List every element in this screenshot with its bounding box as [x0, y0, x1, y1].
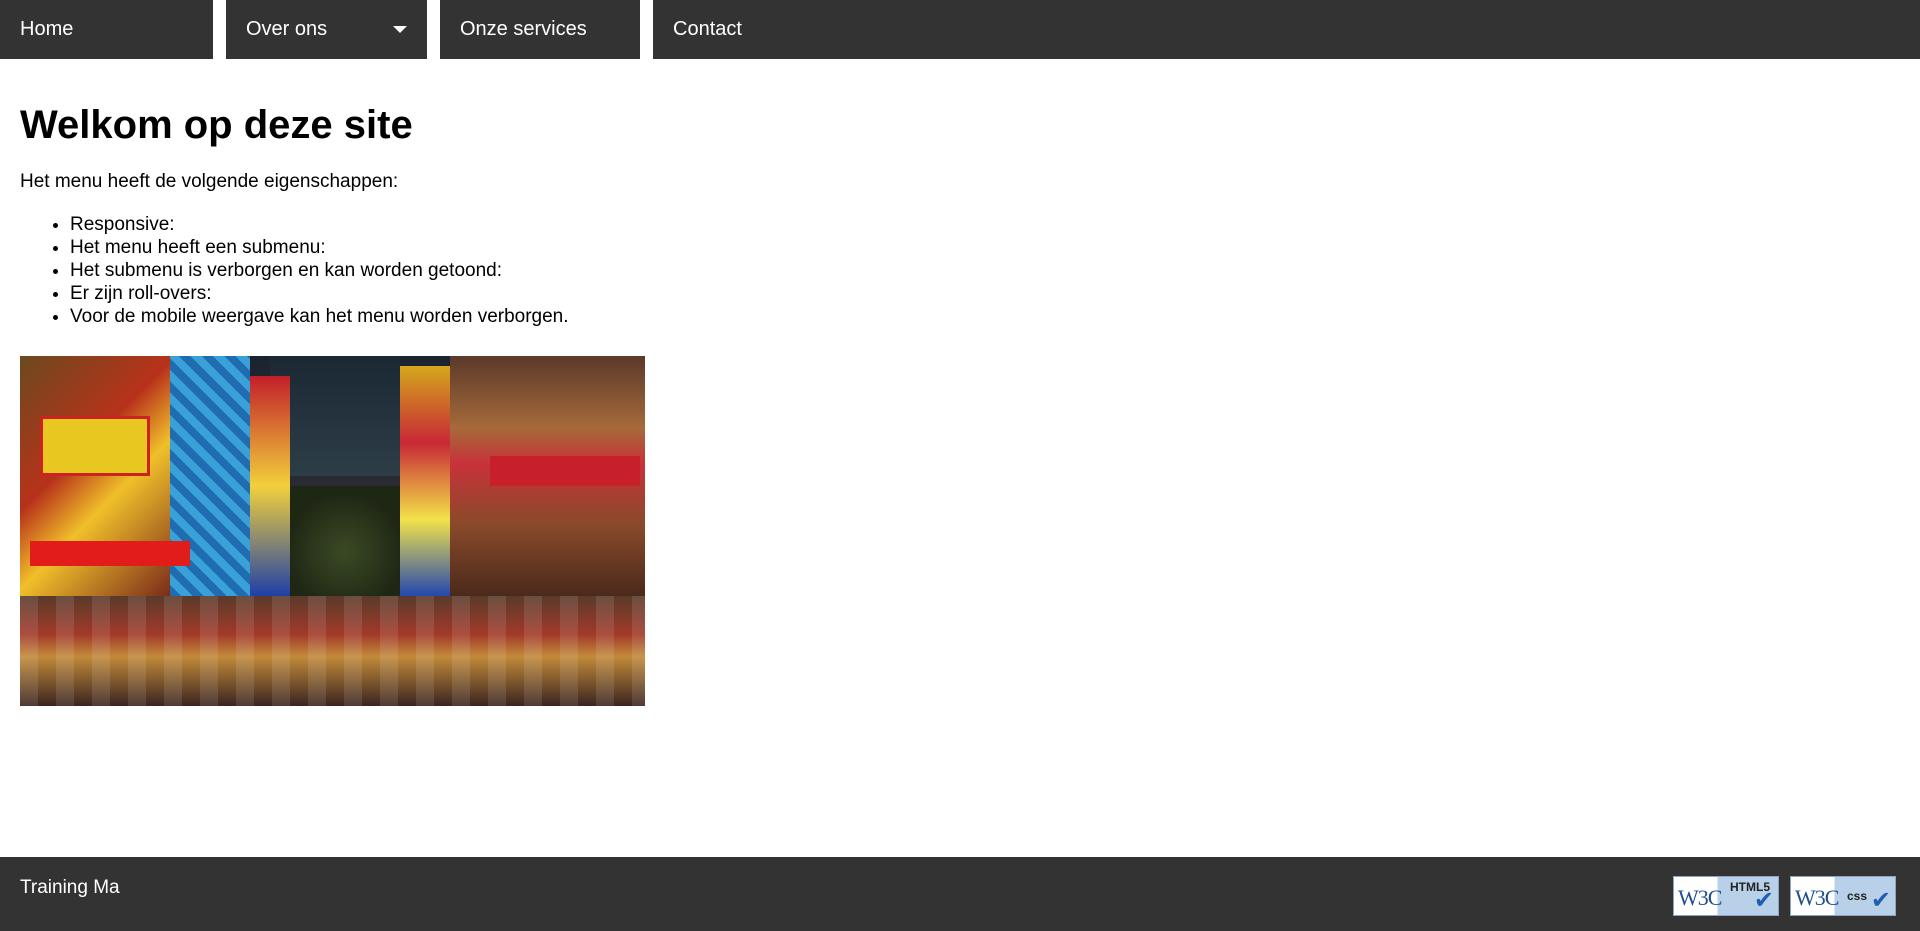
check-icon: ✔: [1753, 887, 1774, 914]
page: Home Over ons Onze services Contact Welk…: [0, 0, 1920, 931]
check-icon: ✔: [1870, 887, 1891, 914]
footer-text: Training Ma: [20, 877, 120, 898]
main-content: Welkom op deze site Het menu heeft de vo…: [20, 59, 1900, 328]
nav-item-label: Over ons: [246, 18, 328, 40]
nav-item-label: Contact: [673, 18, 742, 40]
w3c-css-badge[interactable]: W3C css ✔: [1790, 876, 1896, 916]
list-item: Het menu heeft een submenu:: [70, 236, 1900, 259]
photo-trees: [290, 486, 400, 596]
w3c-logo: W3C: [1678, 885, 1722, 910]
nav-item-label: Home: [20, 18, 74, 40]
badge-label: css: [1847, 889, 1868, 903]
feature-list: Responsive: Het menu heeft een submenu: …: [20, 213, 1900, 328]
list-item: Het submenu is verborgen en kan worden g…: [70, 259, 1900, 282]
photo-neon-sign: [30, 541, 190, 566]
list-item: Voor de mobile weergave kan het menu wor…: [70, 305, 1900, 328]
page-title: Welkom op deze site: [20, 103, 413, 147]
w3c-html5-badge[interactable]: W3C HTML5 ✔: [1673, 876, 1779, 916]
footer: Training Ma W3C HTML5 ✔ W3C css ✔: [0, 857, 1920, 931]
nav-item-onze-services[interactable]: Onze services: [440, 0, 640, 59]
photo-neon-sign: [490, 456, 640, 486]
nav-item-label: Onze services: [460, 18, 587, 40]
nav-item-home[interactable]: Home: [0, 0, 213, 59]
city-night-photo: [20, 356, 645, 706]
list-item: Responsive:: [70, 213, 1900, 236]
w3c-logo: W3C: [1795, 885, 1839, 910]
main-navigation: Home Over ons Onze services Contact: [0, 0, 1920, 59]
photo-building: [250, 376, 290, 596]
photo-neon-sign: [40, 416, 150, 476]
list-item: Er zijn roll-overs:: [70, 282, 1900, 305]
caret-down-icon: [393, 26, 407, 33]
photo-building: [400, 366, 450, 596]
nav-item-over-ons[interactable]: Over ons: [226, 0, 427, 59]
nav-item-contact[interactable]: Contact: [653, 0, 1920, 59]
intro-text: Het menu heeft de volgende eigenschappen…: [20, 171, 399, 192]
photo-street: [20, 596, 645, 706]
